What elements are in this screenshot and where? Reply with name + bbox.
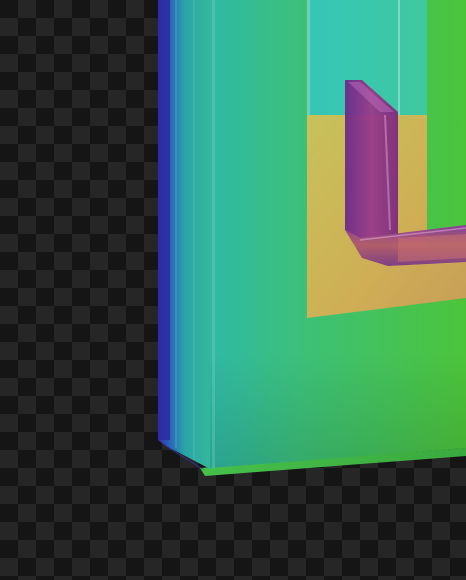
frame-left-outline bbox=[158, 0, 170, 440]
glass-frame-render bbox=[158, 0, 466, 476]
transparent-canvas bbox=[0, 0, 466, 580]
